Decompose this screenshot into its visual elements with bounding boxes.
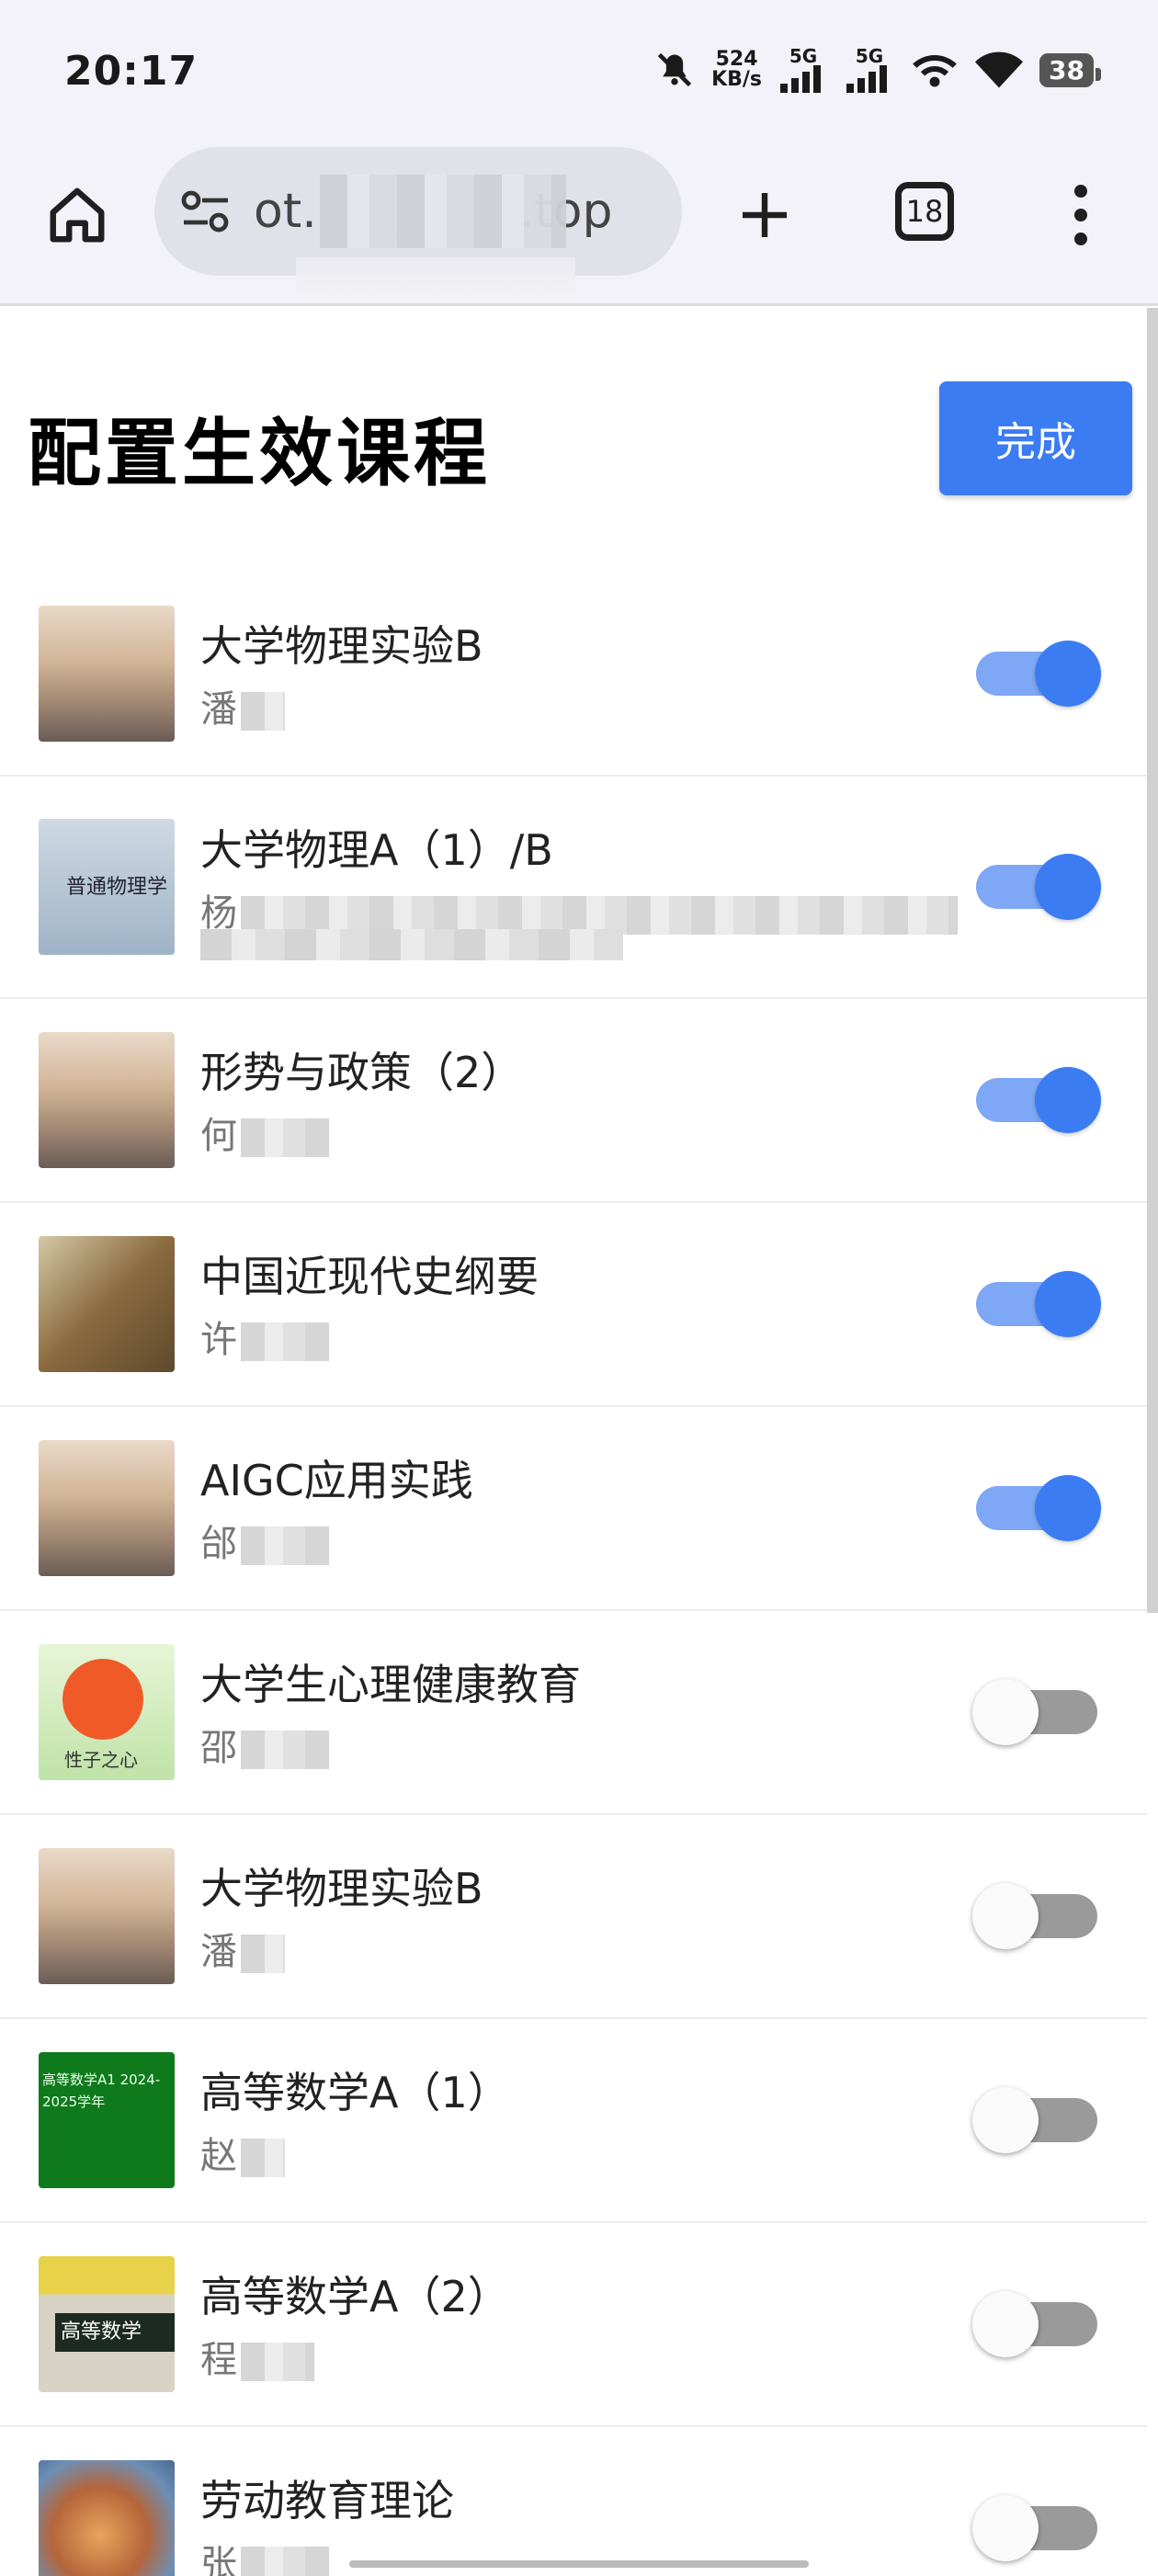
redaction — [200, 929, 623, 960]
course-row[interactable]: 大学物理实验B 潘 — [0, 1815, 1147, 2019]
course-teacher: 邰 — [200, 1514, 329, 1567]
course-teacher: 潘 — [200, 1922, 285, 1975]
course-name: 高等数学A（1） — [200, 2068, 510, 2117]
net-speed: 524 KB/s — [711, 48, 763, 91]
address-bar[interactable]: ot..top — [154, 147, 682, 276]
course-name: 大学物理A（1）/B — [200, 825, 553, 875]
redaction — [241, 2343, 314, 2381]
gesture-bar[interactable] — [349, 2560, 809, 2568]
overflow-menu-button[interactable] — [1053, 178, 1108, 252]
mute-bell-icon — [657, 52, 692, 87]
menu-dot-icon — [1074, 209, 1087, 221]
course-name: 劳动教育理论 — [200, 2476, 454, 2525]
course-row[interactable]: AIGC应用实践 邰 — [0, 1407, 1147, 1611]
course-toggle[interactable] — [972, 641, 1101, 707]
course-thumbnail — [39, 2460, 175, 2576]
url-redaction-shadow — [296, 257, 575, 307]
course-name: 大学生心理健康教育 — [200, 1660, 581, 1709]
course-name: 形势与政策（2） — [200, 1048, 524, 1097]
course-thumbnail — [39, 606, 175, 742]
course-teacher: 许 — [200, 1310, 329, 1363]
course-row[interactable]: 高等数学 高等数学A（2） 程 — [0, 2223, 1147, 2427]
redaction — [241, 2139, 285, 2177]
status-icons: 524 KB/s 5G 5G 38 — [654, 44, 1101, 96]
battery-indicator: 38 — [1039, 52, 1101, 87]
page-content: 配置生效课程 完成 大学物理实验B 潘 普通物理学 大学物理A（1）/B 杨 形… — [0, 303, 1158, 2576]
done-button[interactable]: 完成 — [939, 381, 1132, 495]
course-name: 大学物理实验B — [200, 621, 483, 671]
signal-bars-icon — [846, 65, 888, 93]
course-teacher: 何 — [200, 1106, 329, 1159]
course-toggle[interactable] — [972, 2291, 1101, 2357]
menu-dot-icon — [1074, 233, 1087, 245]
redaction — [241, 2547, 329, 2576]
course-teacher: 邵 — [200, 1718, 329, 1771]
redaction — [241, 1731, 329, 1769]
new-tab-button[interactable] — [728, 178, 801, 252]
course-thumbnail: 高等数学A1 2024-2025学年 — [39, 2052, 175, 2188]
redaction — [241, 1322, 329, 1361]
course-thumbnail — [39, 1032, 175, 1168]
wifi-hotspot-icon — [913, 55, 957, 87]
course-list: 大学物理实验B 潘 普通物理学 大学物理A（1）/B 杨 形势与政策（2） 何 … — [0, 573, 1147, 2576]
course-toggle[interactable] — [972, 1883, 1101, 1949]
course-thumbnail — [39, 1440, 175, 1576]
course-row[interactable]: 形势与政策（2） 何 — [0, 999, 1147, 1203]
course-teacher: 潘 — [200, 679, 285, 732]
course-toggle[interactable] — [972, 1475, 1101, 1541]
signal-sim1: 5G — [778, 47, 828, 93]
status-bar: 20:17 524 KB/s 5G 5G 38 — [0, 0, 1158, 147]
redaction — [241, 1118, 329, 1157]
course-thumbnail: 高等数学 — [39, 2256, 175, 2392]
home-icon — [50, 187, 105, 243]
page-title: 配置生效课程 — [28, 411, 491, 496]
course-row[interactable]: 性子之心 大学生心理健康教育 邵 — [0, 1611, 1147, 1815]
heart-logo-icon — [62, 1659, 143, 1740]
plus-icon — [743, 193, 787, 237]
course-row[interactable]: 普通物理学 大学物理A（1）/B 杨 — [0, 777, 1147, 999]
course-row[interactable]: 大学物理实验B 潘 — [0, 573, 1147, 777]
course-toggle[interactable] — [972, 1271, 1101, 1337]
course-teacher: 张 — [200, 2534, 329, 2576]
redaction — [241, 692, 285, 731]
course-toggle[interactable] — [972, 2087, 1101, 2153]
tab-switcher-button[interactable]: 18 — [895, 182, 954, 241]
clock: 20:17 — [64, 48, 199, 95]
course-row[interactable]: 劳动教育理论 张 — [0, 2427, 1147, 2576]
scrollbar[interactable] — [1147, 308, 1158, 1613]
course-toggle[interactable] — [972, 1067, 1101, 1133]
course-teacher: 程 — [200, 2330, 314, 2383]
course-toggle[interactable] — [972, 2495, 1101, 2561]
course-thumbnail: 性子之心 — [39, 1644, 175, 1780]
course-thumbnail — [39, 1236, 175, 1372]
course-row[interactable]: 高等数学A1 2024-2025学年 高等数学A（1） 赵 — [0, 2019, 1147, 2223]
home-button[interactable] — [40, 178, 114, 252]
menu-dot-icon — [1074, 185, 1087, 198]
course-row[interactable]: 中国近现代史纲要 许 — [0, 1203, 1147, 1407]
wifi-icon — [975, 51, 1024, 88]
signal-sim2: 5G — [845, 47, 894, 93]
course-name: 中国近现代史纲要 — [200, 1252, 539, 1301]
course-thumbnail: 普通物理学 — [39, 819, 175, 955]
course-toggle[interactable] — [972, 854, 1101, 920]
course-thumbnail — [39, 1848, 175, 1984]
redaction — [241, 1526, 329, 1565]
course-teacher: 赵 — [200, 2126, 285, 2179]
course-toggle[interactable] — [972, 1679, 1101, 1745]
signal-bars-icon — [780, 65, 822, 93]
course-name: AIGC应用实践 — [200, 1456, 473, 1505]
browser-toolbar: ot..top 18 — [0, 147, 1158, 307]
redaction — [241, 1935, 285, 1973]
site-settings-icon[interactable] — [180, 189, 232, 233]
url-redaction — [320, 175, 566, 248]
course-name: 高等数学A（2） — [200, 2272, 510, 2321]
course-name: 大学物理实验B — [200, 1864, 483, 1913]
